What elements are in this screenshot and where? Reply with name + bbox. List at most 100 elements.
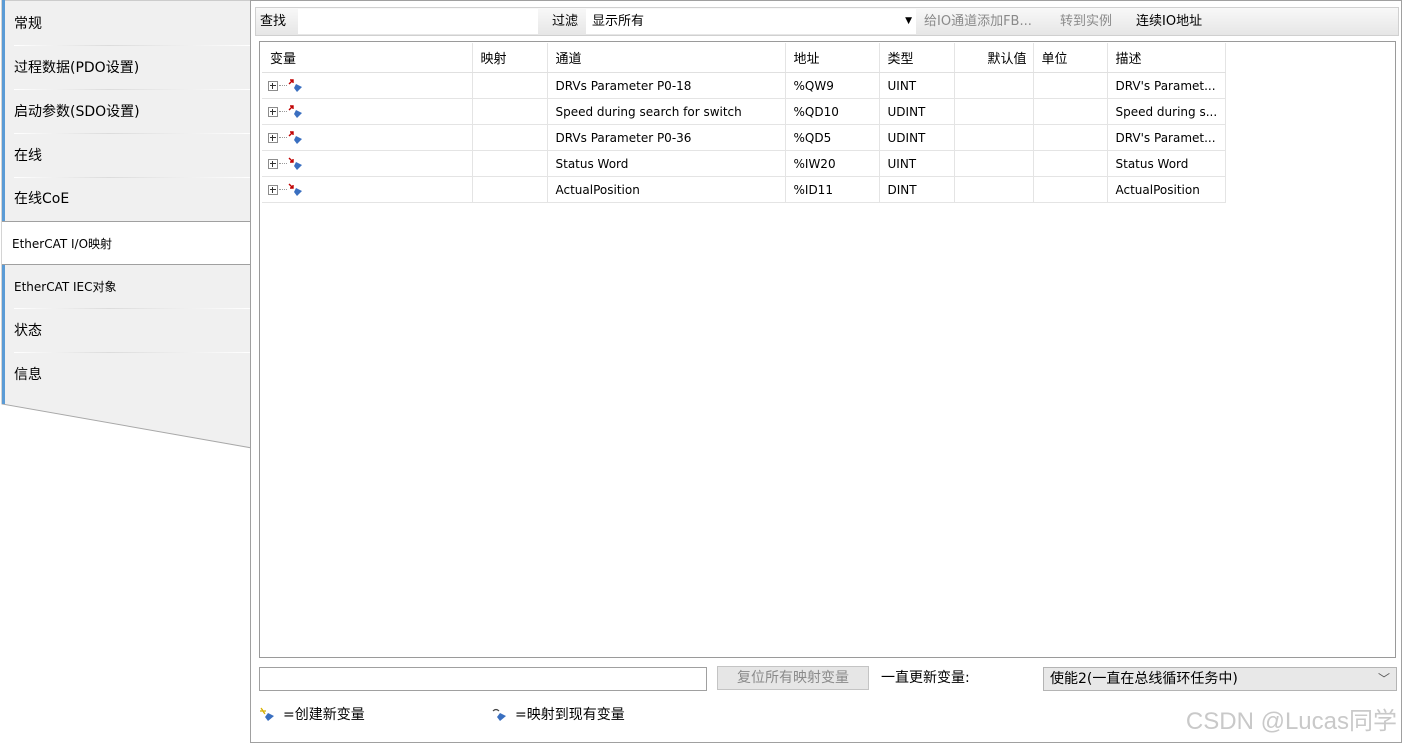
nav-item-label: 在线 [14, 148, 42, 164]
cell-type[interactable]: UINT [879, 150, 955, 177]
filter-value: 显示所有 [592, 14, 645, 29]
nav-item-general[interactable]: 常规 [4, 2, 253, 46]
cell-mapping[interactable] [472, 176, 548, 203]
nav-item-label: 过程数据(PDO设置) [14, 60, 140, 76]
search-label: 查找 [260, 14, 287, 29]
cell-unit[interactable] [1033, 124, 1108, 151]
nav-item-info[interactable]: 信息 [4, 353, 253, 397]
cell-channel[interactable]: ActualPosition [547, 176, 786, 203]
tree-connector [279, 163, 287, 165]
cell-unit[interactable] [1033, 72, 1108, 99]
io-mapping-table: 变量 映射 通道 地址 类型 默认值 单位 描述 DRVs Parameter … [262, 43, 1226, 203]
search-input[interactable] [298, 9, 538, 34]
table-row[interactable]: Status Word %IW20 UINT Status Word [262, 150, 1226, 177]
cell-type[interactable]: DINT [879, 176, 955, 203]
nav-item-label: EtherCAT I/O映射 [12, 237, 113, 251]
left-navigation: 常规 过程数据(PDO设置) 启动参数(SDO设置) 在线 在线CoE Ethe… [0, 0, 254, 450]
cell-address[interactable]: %QD5 [785, 124, 880, 151]
io-mapping-grid: 变量 映射 通道 地址 类型 默认值 单位 描述 DRVs Parameter … [259, 41, 1396, 658]
cell-mapping[interactable] [472, 98, 548, 125]
create-new-variable-icon [260, 707, 274, 721]
output-variable-icon [288, 131, 302, 144]
cell-default[interactable] [954, 150, 1034, 177]
cell-type[interactable]: UDINT [879, 98, 955, 125]
always-update-variables-select[interactable]: 使能2(一直在总线循环任务中) ﹀ [1043, 667, 1397, 691]
cell-channel[interactable]: Speed during search for switch [547, 98, 786, 125]
add-fb-button[interactable]: 给IO通道添加FB... [924, 8, 1032, 35]
column-header-variable[interactable]: 变量 [262, 43, 473, 73]
tree-connector [279, 189, 287, 191]
cell-description[interactable]: Status Word [1107, 150, 1226, 177]
cell-unit[interactable] [1033, 176, 1108, 203]
nav-item-label: 常规 [14, 16, 42, 32]
dropdown-arrow-icon: ▼ [905, 16, 912, 26]
cell-default[interactable] [954, 176, 1034, 203]
nav-item-online[interactable]: 在线 [4, 134, 253, 178]
cell-channel[interactable]: DRVs Parameter P0-18 [547, 72, 786, 99]
continuous-io-address-button[interactable]: 连续IO地址 [1136, 8, 1202, 35]
cell-variable[interactable] [262, 150, 473, 177]
cell-address[interactable]: %QD10 [785, 98, 880, 125]
cell-address[interactable]: %ID11 [785, 176, 880, 203]
nav-item-label: 状态 [14, 323, 42, 339]
cell-variable[interactable] [262, 176, 473, 203]
table-row[interactable]: DRVs Parameter P0-36 %QD5 UDINT DRV's Param… [262, 124, 1226, 151]
tree-connector [279, 85, 287, 87]
expand-plus-icon[interactable] [268, 184, 278, 195]
watermark: CSDN @Lucas同学 [1185, 708, 1397, 735]
nav-item-process-data[interactable]: 过程数据(PDO设置) [4, 46, 253, 90]
column-header-address[interactable]: 地址 [785, 43, 880, 73]
table-row[interactable]: DRVs Parameter P0-18 %QW9 UINT DRV's Parame… [262, 72, 1226, 99]
cell-channel[interactable]: DRVs Parameter P0-36 [547, 124, 786, 151]
legend-map-existing: =映射到现有变量 [491, 705, 625, 725]
column-header-unit[interactable]: 单位 [1033, 43, 1108, 73]
cell-unit[interactable] [1033, 98, 1108, 125]
cell-default[interactable] [954, 98, 1034, 125]
cell-variable[interactable] [262, 98, 473, 125]
cell-description[interactable]: DRV's Paramet... [1107, 124, 1226, 151]
expand-plus-icon[interactable] [268, 158, 278, 169]
cell-address[interactable]: %QW9 [785, 72, 880, 99]
input-variable-icon [288, 183, 302, 196]
expand-plus-icon[interactable] [268, 80, 278, 91]
nav-item-startup-parameters[interactable]: 启动参数(SDO设置) [4, 90, 253, 134]
cell-channel[interactable]: Status Word [547, 150, 786, 177]
nav-item-status[interactable]: 状态 [4, 309, 253, 353]
io-mapping-panel: 查找 过滤 显示所有 ▼ 给IO通道添加FB... 转到实例 连续IO地址 变量… [250, 0, 1402, 743]
cell-default[interactable] [954, 124, 1034, 151]
reset-all-mapped-variables-button[interactable]: 复位所有映射变量 [717, 666, 869, 690]
legend-create-new-text: =创建新变量 [283, 707, 365, 723]
cell-default[interactable] [954, 72, 1034, 99]
legend-create-new: =创建新变量 [259, 705, 365, 725]
nav-item-ethercat-iec-objects[interactable]: EtherCAT IEC对象 [4, 265, 253, 309]
cell-description[interactable]: Speed during s... [1107, 98, 1226, 125]
column-header-mapping[interactable]: 映射 [472, 43, 548, 73]
map-existing-variable-icon [492, 708, 506, 721]
table-row[interactable]: Speed during search for switch %QD10 UDINT… [262, 98, 1226, 125]
bottom-text-field[interactable] [259, 667, 707, 691]
cell-variable[interactable] [262, 72, 473, 99]
output-variable-icon [288, 79, 302, 92]
column-header-channel[interactable]: 通道 [547, 43, 786, 73]
cell-mapping[interactable] [472, 124, 548, 151]
table-row[interactable]: ActualPosition %ID11 DINT ActualPosition [262, 176, 1226, 203]
cell-type[interactable]: UDINT [879, 124, 955, 151]
expand-plus-icon[interactable] [268, 132, 278, 143]
column-header-description[interactable]: 描述 [1107, 43, 1226, 73]
expand-plus-icon[interactable] [268, 106, 278, 117]
nav-item-ethercat-io-mapping[interactable]: EtherCAT I/O映射 [2, 221, 254, 265]
goto-instance-button[interactable]: 转到实例 [1060, 8, 1112, 35]
filter-select[interactable]: 显示所有 ▼ [586, 9, 916, 34]
cell-description[interactable]: ActualPosition [1107, 176, 1226, 203]
cell-description[interactable]: DRV's Paramet... [1107, 72, 1226, 99]
nav-item-online-coe[interactable]: 在线CoE [4, 177, 253, 221]
cell-mapping[interactable] [472, 150, 548, 177]
cell-mapping[interactable] [472, 72, 548, 99]
cell-address[interactable]: %IW20 [785, 150, 880, 177]
cell-unit[interactable] [1033, 150, 1108, 177]
column-header-default[interactable]: 默认值 [954, 43, 1034, 73]
chevron-down-icon: ﹀ [1377, 672, 1390, 686]
cell-type[interactable]: UINT [879, 72, 955, 99]
column-header-type[interactable]: 类型 [879, 43, 955, 73]
cell-variable[interactable] [262, 124, 473, 151]
